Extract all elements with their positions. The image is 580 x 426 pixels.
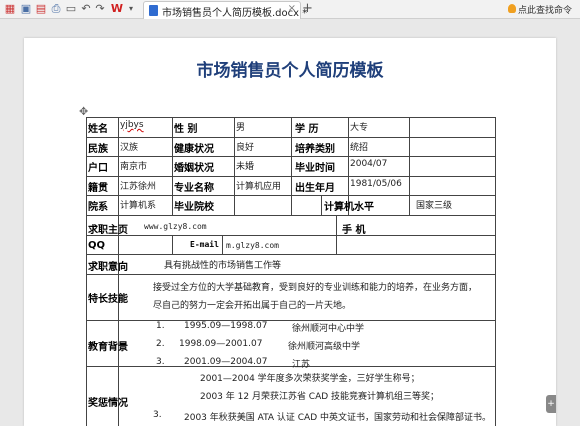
value-health[interactable]: 良好	[236, 140, 254, 153]
tab-document[interactable]: 市场销售员个人简历模板.docx * ×	[143, 1, 307, 19]
edu-period[interactable]: 1995.09—1998.07	[184, 321, 267, 331]
edu-num: 1.	[156, 321, 165, 331]
label-computer-level: 计算机水平	[324, 202, 374, 213]
value-gender[interactable]: 男	[236, 120, 245, 133]
value-marital[interactable]: 未婚	[236, 159, 254, 172]
export-pdf-icon[interactable]: ▤	[34, 2, 48, 16]
value-ethnicity[interactable]: 汉族	[120, 140, 138, 153]
edu-school[interactable]: 江苏	[292, 357, 310, 370]
label-birth-date: 出生年月	[295, 183, 335, 194]
value-department[interactable]: 计算机系	[120, 198, 156, 211]
document-canvas: 市场销售员个人简历模板 ✥ 姓名 yjbys 性 别 男 学 历 大专 民族 汉…	[0, 19, 580, 426]
value-training-type[interactable]: 统招	[350, 140, 368, 153]
value-email[interactable]: m.glzy8.com	[226, 241, 279, 250]
label-skills: 特长技能	[88, 294, 128, 305]
tab-title: 市场销售员个人简历模板.docx *	[162, 8, 308, 19]
edu-num: 3.	[156, 357, 165, 367]
add-tab-button[interactable]: +	[302, 1, 313, 16]
label-qq: QQ	[88, 240, 106, 251]
undo-icon[interactable]: ↶	[79, 2, 93, 16]
label-homepage: 求职主页	[88, 225, 128, 236]
value-major[interactable]: 计算机应用	[236, 179, 281, 192]
lightbulb-icon	[508, 4, 516, 13]
label-education: 学 历	[295, 124, 319, 135]
document-page[interactable]: 市场销售员个人简历模板 ✥ 姓名 yjbys 性 别 男 学 历 大专 民族 汉…	[24, 38, 556, 426]
label-email: E-mail	[190, 240, 219, 249]
label-grad-school: 毕业院校	[174, 202, 214, 213]
edu-school[interactable]: 徐州顺河高级中学	[288, 339, 360, 352]
label-ethnicity: 民族	[88, 144, 108, 155]
app-menu-icon[interactable]: ▦	[3, 2, 17, 16]
document-title: 市场销售员个人简历模板	[196, 61, 384, 81]
close-icon[interactable]: ×	[288, 3, 296, 14]
top-toolbar: ▦ ▣ ▤ ⎙ ▭ ↶ ↷ W ▾ 市场销售员个人简历模板.docx * × +…	[0, 0, 580, 19]
label-origin: 籍贯	[88, 183, 108, 194]
value-education[interactable]: 大专	[350, 120, 368, 133]
value-computer-level[interactable]: 国家三级	[416, 198, 452, 211]
label-edu-background: 教育背景	[88, 342, 128, 353]
label-grad-date: 毕业时间	[295, 163, 335, 174]
label-department: 院系	[88, 202, 108, 213]
wps-logo-icon[interactable]: W	[110, 2, 124, 16]
value-homepage[interactable]: www.glzy8.com	[144, 222, 207, 231]
value-birth-date[interactable]: 1981/05/06	[350, 179, 402, 189]
value-skills-line2[interactable]: 尽自己的努力一定会开拓出属于自己的一片天地。	[153, 298, 351, 311]
label-major: 专业名称	[174, 183, 214, 194]
label-gender: 性 别	[174, 124, 198, 135]
command-search[interactable]: 点此查找命令	[518, 3, 572, 16]
label-job-intent: 求职意向	[88, 262, 128, 273]
award-text[interactable]: 2001—2004 学年度多次荣获奖学金，三好学生称号；	[200, 371, 420, 384]
edu-period[interactable]: 2001.09—2004.07	[184, 357, 267, 367]
edu-num: 2.	[156, 339, 165, 349]
edu-period[interactable]: 1998.09—2001.07	[179, 339, 262, 349]
print-icon[interactable]: ⎙	[49, 2, 63, 16]
label-mobile: 手 机	[342, 225, 366, 236]
award-text[interactable]: 2003 年秋获美国 ATA 认证 CAD 中英文证书，国家劳动和社会保障部证书…	[184, 410, 491, 423]
value-origin[interactable]: 江苏徐州	[120, 179, 156, 192]
dropdown-icon[interactable]: ▾	[124, 2, 138, 16]
award-text[interactable]: 2003 年 12 月荣获江苏省 CAD 技能竞赛计算机组三等奖；	[200, 389, 439, 402]
side-panel-toggle[interactable]: +	[546, 395, 556, 413]
label-name: 姓名	[88, 124, 108, 135]
label-marital: 婚姻状况	[174, 163, 214, 174]
document-icon	[149, 5, 158, 16]
label-health: 健康状况	[174, 144, 214, 155]
edu-school[interactable]: 徐州顺河中心中学	[292, 321, 364, 334]
award-num: 3.	[153, 410, 162, 420]
save-as-icon[interactable]: ▭	[64, 2, 78, 16]
value-job-intent[interactable]: 具有挑战性的市场销售工作等	[164, 258, 281, 271]
value-name[interactable]: yjbys	[120, 120, 144, 130]
value-skills-line1[interactable]: 接受过全方位的大学基础教育，受到良好的专业训练和能力的培养，在业务方面，	[153, 280, 477, 293]
label-training-type: 培养类别	[295, 144, 335, 155]
label-hukou: 户口	[88, 163, 108, 174]
redo-icon[interactable]: ↷	[93, 2, 107, 16]
value-hukou[interactable]: 南京市	[120, 159, 147, 172]
save-icon[interactable]: ▣	[19, 2, 33, 16]
value-grad-date[interactable]: 2004/07	[350, 159, 387, 169]
